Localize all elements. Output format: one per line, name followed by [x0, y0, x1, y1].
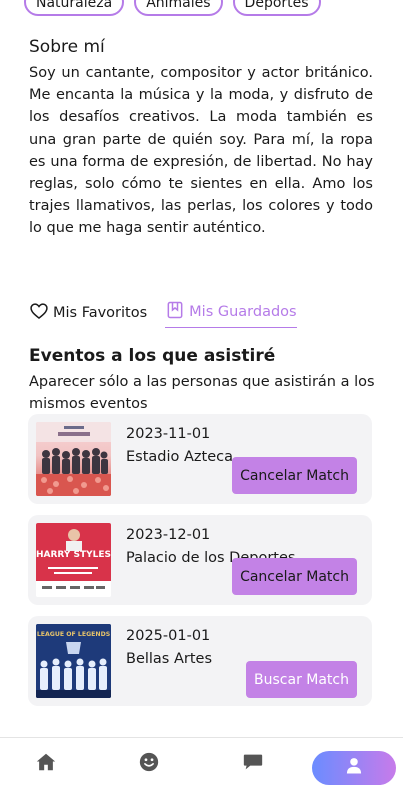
- event-image-harry-styles: HARRY STYLES: [36, 523, 111, 597]
- event-date: 2025-01-01: [126, 628, 211, 644]
- find-match-button[interactable]: Buscar Match: [246, 661, 357, 698]
- favorites-tabs: Mis Favoritos Mis Guardados: [29, 300, 297, 328]
- cancel-match-button[interactable]: Cancelar Match: [232, 457, 357, 494]
- event-venue: Estadio Azteca: [126, 449, 233, 465]
- chip-naturaleza[interactable]: Naturaleza: [24, 0, 125, 16]
- event-venue: Bellas Artes: [126, 651, 213, 667]
- smiley-icon: [138, 751, 160, 777]
- interest-chips: Naturaleza Animales Deportes: [24, 0, 321, 16]
- tab-favorites-label: Mis Favoritos: [53, 304, 148, 321]
- event-image-bts: [36, 422, 111, 496]
- nav-home[interactable]: [33, 751, 59, 777]
- event-card: 2023-11-01 Estadio Azteca Cancelar Match: [28, 414, 372, 504]
- nav-match[interactable]: [136, 751, 162, 777]
- tab-saved-label: Mis Guardados: [189, 304, 297, 320]
- home-icon: [35, 751, 57, 777]
- heart-icon: [29, 301, 49, 325]
- bottom-navigation: [0, 737, 403, 789]
- bookmark-icon: [165, 300, 185, 324]
- tab-saved[interactable]: Mis Guardados: [165, 300, 297, 328]
- poster-title: LEAGUE OF LEGENDS: [37, 631, 110, 638]
- tab-favorites[interactable]: Mis Favoritos: [29, 301, 147, 328]
- events-list: 2023-11-01 Estadio Azteca Cancelar Match…: [28, 414, 372, 717]
- about-text: Soy un cantante, compositor y actor brit…: [29, 65, 373, 237]
- events-subtitle: Aparecer sólo a las personas que asistir…: [29, 374, 375, 412]
- events-title: Eventos a los que asistiré: [29, 346, 276, 366]
- event-image-league-of-legends: LEAGUE OF LEGENDS: [36, 624, 111, 698]
- event-date: 2023-11-01: [126, 426, 211, 442]
- nav-chat[interactable]: [240, 751, 266, 777]
- cancel-match-button[interactable]: Cancelar Match: [232, 558, 357, 595]
- chip-animales[interactable]: Animales: [134, 0, 223, 16]
- nav-profile[interactable]: [312, 751, 396, 785]
- chip-deportes[interactable]: Deportes: [232, 0, 321, 16]
- user-icon: [344, 756, 364, 780]
- chat-icon: [242, 751, 264, 777]
- event-card: LEAGUE OF LEGENDS 2025-01-01 Bellas Arte…: [28, 616, 372, 706]
- poster-title: HARRY STYLES: [36, 550, 111, 560]
- about-title: Sobre mí: [29, 37, 105, 57]
- event-date: 2023-12-01: [126, 527, 211, 543]
- event-card: HARRY STYLES 2023-12-01 Palacio de los D…: [28, 515, 372, 605]
